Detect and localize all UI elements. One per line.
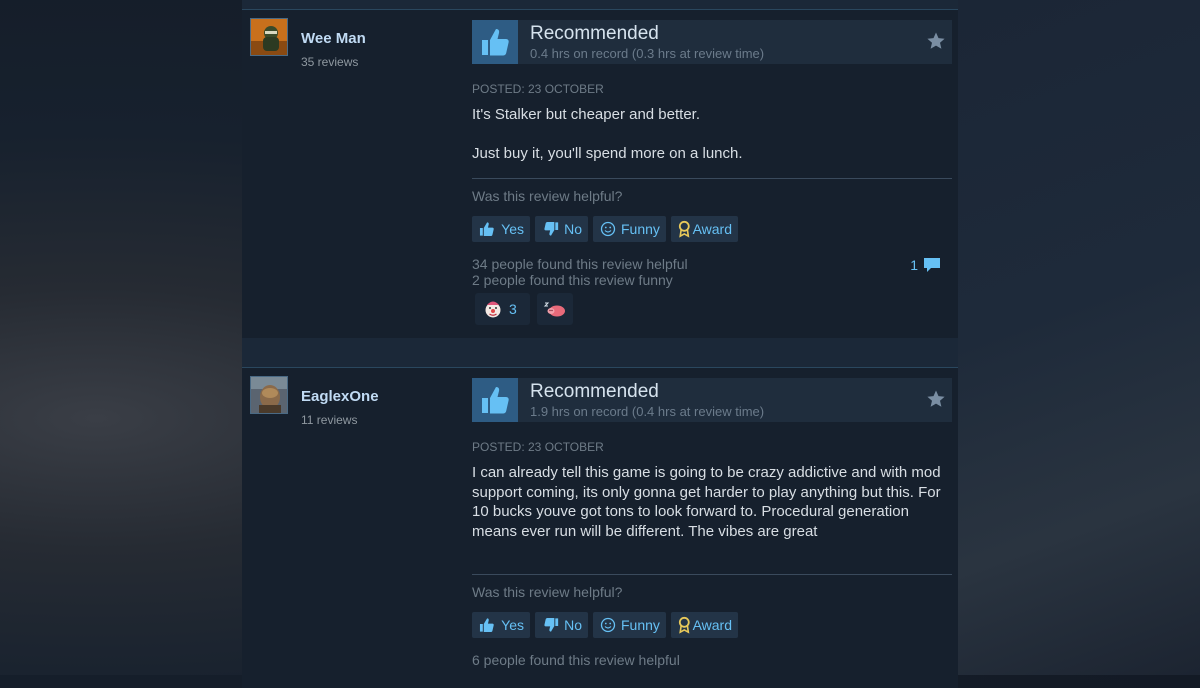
vote-header[interactable]: Recommended 0.4 hrs on record (0.3 hrs a… [472, 20, 952, 64]
posted-date: Posted: 23 October [472, 440, 604, 454]
no-label: No [564, 617, 582, 633]
divider [472, 178, 952, 179]
star-icon[interactable] [926, 389, 946, 409]
thumbs-up-small-icon [479, 222, 494, 237]
review-paragraph: It's Stalker but cheaper and better. [472, 106, 701, 123]
funny-label: Funny [621, 617, 660, 633]
yes-label: Yes [501, 221, 524, 237]
author-avatar[interactable] [250, 18, 288, 56]
review-card: EaglexOne 11 reviews Recommended 1.9 hrs… [242, 367, 958, 688]
review-text: It's Stalker but cheaper and better. Jus… [472, 105, 942, 164]
review-stats: 6 people found this review helpful [472, 652, 680, 668]
no-button[interactable]: No [535, 612, 588, 638]
review-stats: 34 people found this review helpful 2 pe… [472, 256, 688, 288]
helpful-question: Was this review helpful? [472, 188, 623, 204]
verdict-title: Recommended [530, 381, 659, 402]
funny-count: 2 people found this review funny [472, 272, 673, 288]
vote-header[interactable]: Recommended 1.9 hrs on record (0.4 hrs a… [472, 378, 952, 422]
review-paragraph: I can already tell this game is going to… [472, 464, 941, 540]
helpful-count: 6 people found this review helpful [472, 652, 680, 668]
thumbs-up-small-icon [479, 618, 494, 633]
divider [472, 574, 952, 575]
award-ribbon-icon [678, 220, 690, 238]
helpful-question: Was this review helpful? [472, 584, 623, 600]
award-label: Award [692, 221, 732, 237]
author-review-count[interactable]: 11 reviews [301, 413, 357, 427]
verdict-title: Recommended [530, 23, 659, 44]
thumbs-down-small-icon [544, 221, 559, 236]
smiley-icon [600, 617, 616, 633]
funny-button[interactable]: Funny [593, 216, 666, 242]
author-review-count[interactable]: 35 reviews [301, 55, 358, 69]
helpful-count: 34 people found this review helpful [472, 256, 688, 272]
review-paragraph: Just buy it, you'll spend more on a lunc… [472, 145, 743, 162]
hours-on-record: 1.9 hrs on record (0.4 hrs at review tim… [530, 404, 765, 419]
award-label: Award [692, 617, 732, 633]
reaction-clown[interactable]: 3 [475, 293, 530, 325]
no-button[interactable]: No [535, 216, 588, 242]
yes-button[interactable]: Yes [472, 612, 530, 638]
hours-on-record: 0.4 hrs on record (0.3 hrs at review tim… [530, 46, 765, 61]
sleepy-pig-icon [543, 302, 565, 317]
award-button[interactable]: Award [671, 612, 738, 638]
thumbs-down-small-icon [544, 617, 559, 632]
review-card: Wee Man 35 reviews Recommended 0.4 hrs o… [242, 9, 958, 338]
thumbs-up-icon [472, 378, 518, 422]
comment-count: 1 [910, 257, 918, 273]
page-background-right [958, 0, 1200, 675]
comments-link[interactable]: 1 [910, 256, 942, 274]
funny-button[interactable]: Funny [593, 612, 666, 638]
reaction-sleepy-pig[interactable] [537, 293, 573, 325]
author-name[interactable]: Wee Man [301, 30, 366, 47]
award-ribbon-icon [678, 616, 690, 634]
author-name[interactable]: EaglexOne [301, 388, 379, 405]
funny-label: Funny [621, 221, 660, 237]
posted-date: Posted: 23 October [472, 82, 604, 96]
review-text: I can already tell this game is going to… [472, 463, 942, 541]
reaction-count: 3 [509, 301, 517, 317]
clown-face-icon [485, 301, 501, 318]
no-label: No [564, 221, 582, 237]
star-icon[interactable] [926, 31, 946, 51]
comment-bubble-icon [924, 258, 940, 272]
yes-label: Yes [501, 617, 524, 633]
yes-button[interactable]: Yes [472, 216, 530, 242]
smiley-icon [600, 221, 616, 237]
thumbs-up-icon [472, 20, 518, 64]
award-button[interactable]: Award [671, 216, 738, 242]
author-avatar[interactable] [250, 376, 288, 414]
